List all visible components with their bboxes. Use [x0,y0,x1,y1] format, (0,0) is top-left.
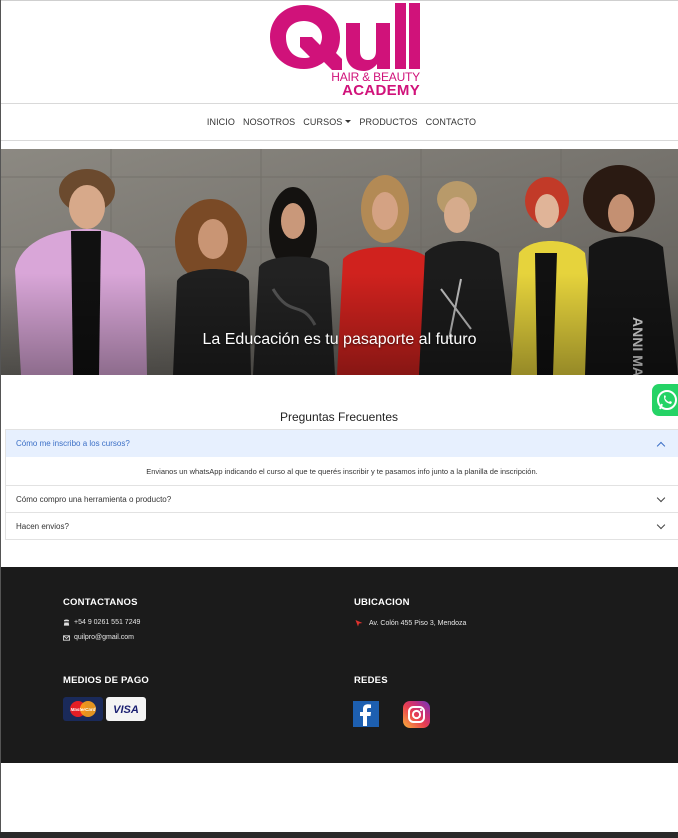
mastercard-logo: MasterCard [63,697,103,721]
window-bottom-bar [0,832,678,838]
location-heading: UBICACION [354,597,410,608]
logo-tagline-line2: ACADEMY [342,82,420,99]
contact-phone-text: +54 9 0261 551 7249 [74,619,141,626]
contact-email-text: quilpro@gmail.com [74,634,135,641]
main-navigation: INICIO NOSOTROS CURSOS PRODUCTOS CONTACT… [1,103,678,141]
payment-heading: MEDIOS DE PAGO [63,675,150,686]
faq-question-2-text: Cómo compro una herramienta o producto? [16,494,172,504]
mail-icon [63,634,70,641]
mastercard-icon: MasterCard [70,701,96,717]
nav-contacto[interactable]: CONTACTO [426,117,476,127]
site-header: HAIR & BEAUTY ACADEMY [1,1,678,103]
facebook-link[interactable] [353,701,379,727]
faq-title: Preguntas Frecuentes [279,410,399,424]
faq-question-3[interactable]: Hacen envios? [6,512,678,539]
visa-logo: VISA [106,697,146,721]
caret-down-icon [345,120,352,123]
faq-question-2[interactable]: Cómo compro una herramienta o producto? [6,485,678,512]
hero-banner: ANNI MARGO La Educación es tu pasaporte … [1,149,678,375]
location-pin-icon [355,620,363,627]
nav-cursos-dropdown[interactable]: CURSOS [303,117,352,127]
social-heading: REDES [354,675,388,686]
facebook-icon [360,704,371,726]
faq-question-1-text: Cómo me inscribo a los cursos? [16,439,130,448]
faq-question-3-text: Hacen envios? [16,521,69,531]
contact-phone[interactable]: +54 9 0261 551 7249 [63,619,140,626]
contact-heading: CONTACTANOS [63,597,138,608]
location-address-text: Av. Colón 455 Piso 3, Mendoza [369,619,467,627]
nav-inicio[interactable]: INICIO [207,117,235,127]
chevron-up-icon [656,441,666,450]
nav-nosotros[interactable]: NOSOTROS [243,117,295,127]
visa-label: VISA [113,704,139,716]
location-address[interactable]: Av. Colón 455 Piso 3, Mendoza [355,619,466,627]
site-footer: CONTACTANOS +54 9 0261 551 7249 quilpro@… [1,567,678,763]
faq-answer-1: Envianos un whatsApp indicando el curso … [146,466,538,476]
nav-cursos-label: CURSOS [303,117,343,127]
brand-logo[interactable]: HAIR & BEAUTY ACADEMY [268,1,420,101]
whatsapp-icon [657,390,677,410]
visa-icon: VISA [113,704,139,716]
faq-accordion: Cómo me inscribo a los cursos? Envianos … [5,429,678,540]
faq-question-1[interactable]: Cómo me inscribo a los cursos? [6,430,678,457]
nav-productos[interactable]: PRODUCTOS [359,117,417,127]
chevron-down-icon [656,520,666,529]
logo-wordmark [270,3,420,71]
hero-caption: La Educación es tu pasaporte al futuro [202,331,477,348]
mastercard-label: MasterCard [71,707,96,712]
instagram-icon [408,706,425,723]
instagram-link[interactable] [403,701,430,728]
phone-icon [63,619,70,626]
chevron-down-icon [656,493,666,502]
contact-email[interactable]: quilpro@gmail.com [63,634,134,641]
